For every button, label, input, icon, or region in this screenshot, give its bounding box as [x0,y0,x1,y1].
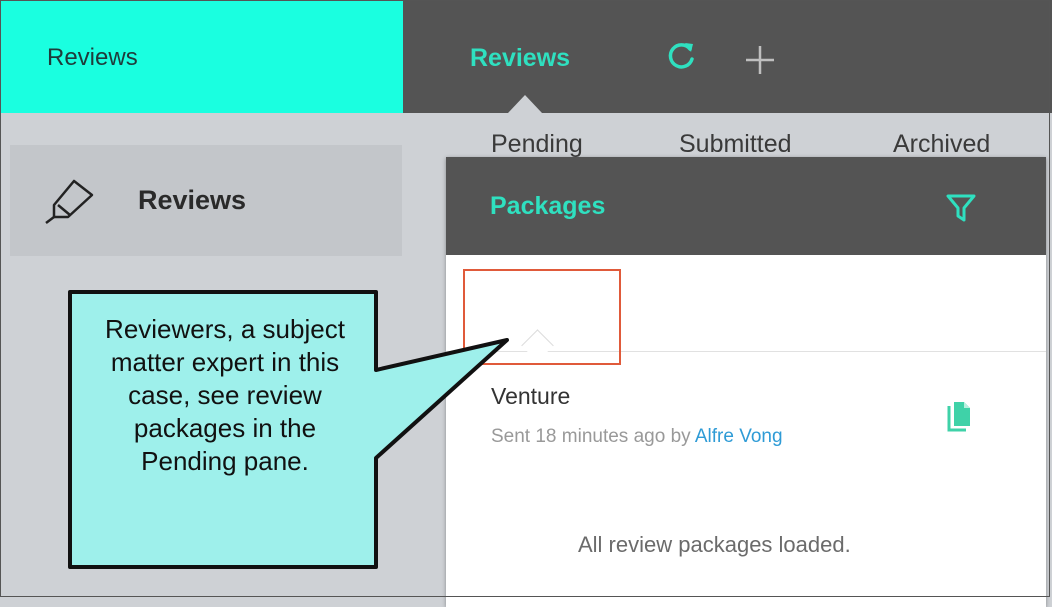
packages-title: Packages [490,192,606,220]
filter-icon[interactable] [946,193,976,223]
package-sent-time: Sent 18 minutes ago by [491,426,695,447]
pending-tab-highlight [463,269,621,365]
active-tab-indicator [508,95,542,113]
tab-reviews[interactable]: Reviews [470,44,570,73]
package-meta: Sent 18 minutes ago by Alfre Vong [491,426,783,448]
app-brand-area: Reviews [0,0,403,113]
plus-icon[interactable] [744,44,776,76]
sidebar-item-label: Reviews [138,185,247,215]
tab-submitted[interactable]: Submitted [679,130,792,159]
app-title: Reviews [47,44,138,71]
callout-text: Reviewers, a subject matter expert in th… [105,314,345,476]
refresh-icon[interactable] [664,40,698,74]
top-bar: Reviews Reviews [0,0,1052,113]
package-author-link[interactable]: Alfre Vong [695,426,783,447]
tab-pending[interactable]: Pending [491,130,583,159]
tab-archived[interactable]: Archived [893,130,990,159]
pencil-icon [45,179,94,224]
package-name[interactable]: Venture [491,383,570,410]
status-message: All review packages loaded. [578,532,851,557]
document-icon[interactable] [946,400,972,432]
packages-header: Packages [446,157,1046,255]
